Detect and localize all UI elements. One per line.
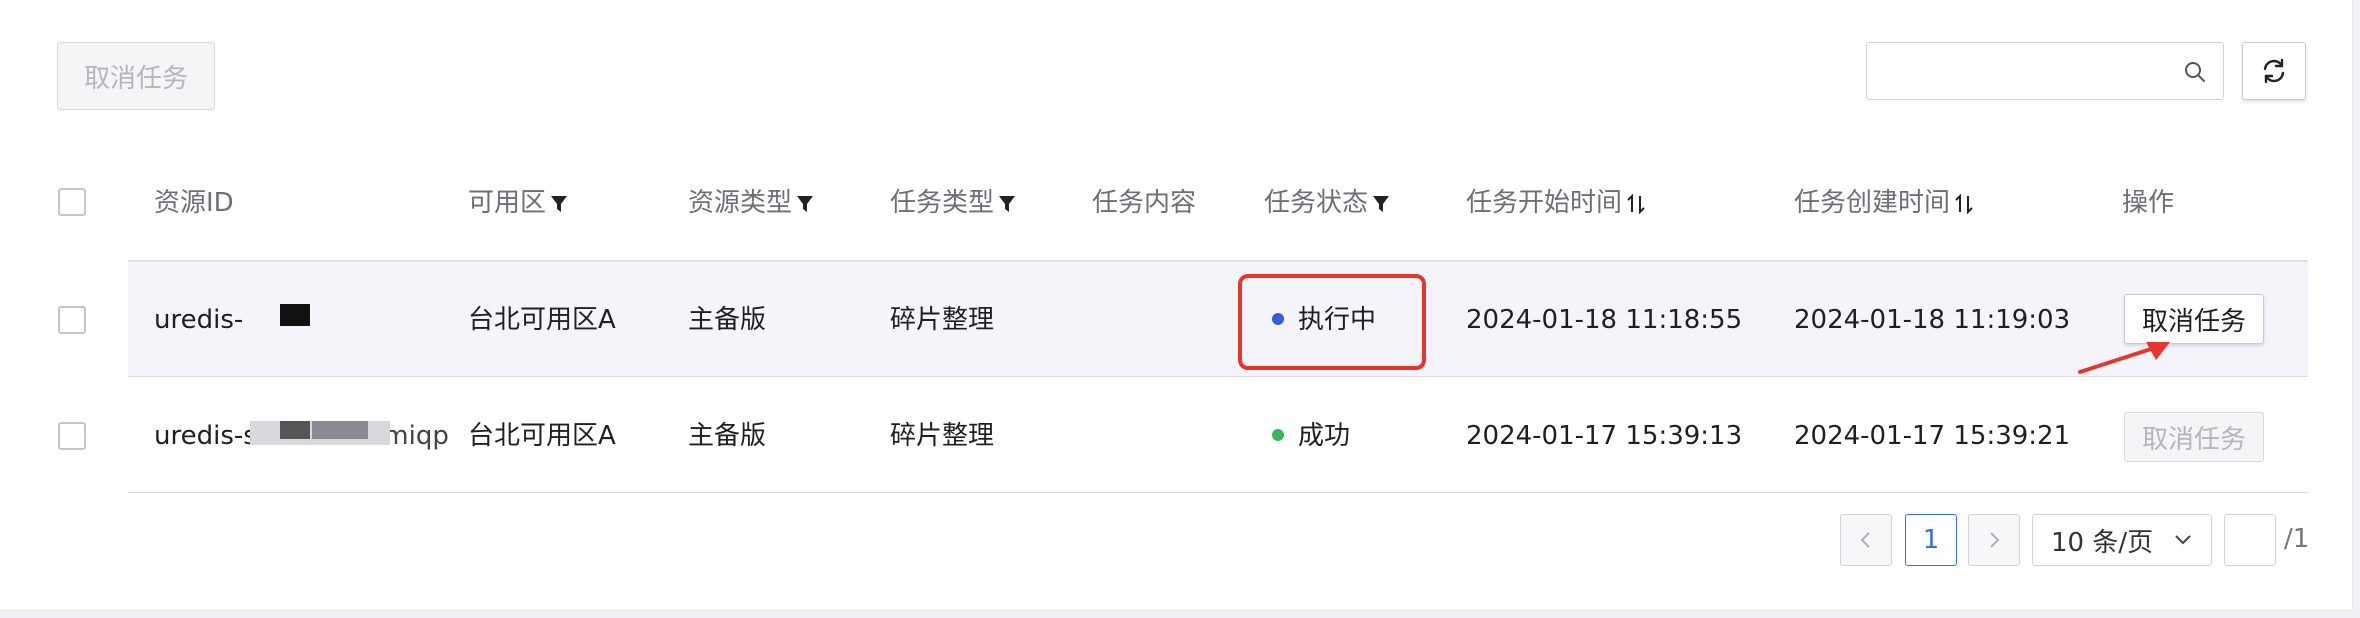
create-time-cell: 2024-01-18 11:19:03 [1794,305,2071,335]
bulk-cancel-task-button[interactable]: 取消任务 [57,42,215,110]
search-box[interactable] [1866,42,2224,100]
prev-page-button[interactable] [1840,514,1892,566]
filter-icon[interactable] [1372,194,1390,214]
col-header-task-status[interactable]: 任务状态 [1264,188,1390,218]
status-dot-success [1272,428,1284,441]
col-header-zone[interactable]: 可用区 [468,188,568,218]
chevron-right-icon [1990,532,2000,548]
col-header-resource-id: 资源ID [154,188,234,218]
search-icon[interactable] [2183,60,2207,84]
resource-id-prefix: uredis- [154,305,244,335]
task-list-panel: 取消任务 资源ID 可用区 资源类型 任务类型 任务内容 任务状态 任务开始时间 [0,0,2353,611]
sort-icon[interactable] [1626,192,1646,216]
col-header-label: 任务开始时间 [1466,188,1623,218]
table-bottom-divider [128,492,2308,493]
cancel-task-button[interactable]: 取消任务 [2124,412,2264,462]
resource-type-cell: 主备版 [688,305,767,335]
resource-type-cell: 主备版 [688,421,767,451]
task-type-cell: 碎片整理 [890,421,995,451]
col-header-label: 任务创建时间 [1794,188,1951,218]
zone-cell: 台北可用区A [468,305,616,335]
row-divider [128,376,2308,377]
redaction-mask [280,304,310,326]
resource-id-prefix: uredis-s [154,421,257,451]
redaction-mask [280,421,310,439]
zone-cell: 台北可用区A [468,421,616,451]
next-page-button[interactable] [1968,514,2020,566]
search-input[interactable] [1877,51,2171,93]
page-number-button[interactable]: 1 [1905,514,1957,566]
row-checkbox[interactable] [58,422,86,450]
filter-icon[interactable] [796,194,814,214]
col-header-label: 可用区 [468,188,547,218]
create-time-cell: 2024-01-17 15:39:21 [1794,421,2071,451]
col-header-start-time[interactable]: 任务开始时间 [1466,188,1646,218]
col-header-label: 资源类型 [688,188,793,218]
col-header-resource-type[interactable]: 资源类型 [688,188,814,218]
start-time-cell: 2024-01-17 15:39:13 [1466,421,1743,451]
refresh-button[interactable] [2242,42,2306,100]
col-header-task-content: 任务内容 [1092,188,1196,218]
sort-icon[interactable] [1954,192,1974,216]
col-header-create-time[interactable]: 任务创建时间 [1794,188,1974,218]
task-type-cell: 碎片整理 [890,305,995,335]
red-arrow-annotation [2078,342,2170,374]
col-header-label: 操作 [2122,188,2175,218]
refresh-icon [2263,58,2285,84]
page-jump-input[interactable] [2224,514,2276,566]
start-time-cell: 2024-01-18 11:18:55 [1466,305,1743,335]
filter-icon[interactable] [550,194,568,214]
col-header-label: 资源ID [154,188,234,218]
redaction-mask [312,421,368,439]
status-cell: 成功 [1272,421,1350,451]
col-header-label: 任务类型 [890,188,995,218]
row-checkbox[interactable] [58,306,86,334]
page-size-select[interactable]: 10 条/页 [2032,514,2212,566]
chevron-down-icon [2175,535,2191,545]
col-header-task-type[interactable]: 任务类型 [890,188,1016,218]
select-all-checkbox[interactable] [58,188,86,216]
redaction-mask [254,304,378,334]
col-header-label: 任务状态 [1264,188,1369,218]
status-text: 成功 [1298,421,1351,451]
total-pages-label: /1 [2284,524,2310,554]
page-size-value: 10 条/页 [2051,527,2154,558]
status-highlight-box [1238,274,1426,370]
chevron-left-icon [1860,532,1870,548]
filter-icon[interactable] [998,194,1016,214]
col-header-action: 操作 [2122,188,2174,218]
col-header-label: 任务内容 [1092,188,1197,218]
